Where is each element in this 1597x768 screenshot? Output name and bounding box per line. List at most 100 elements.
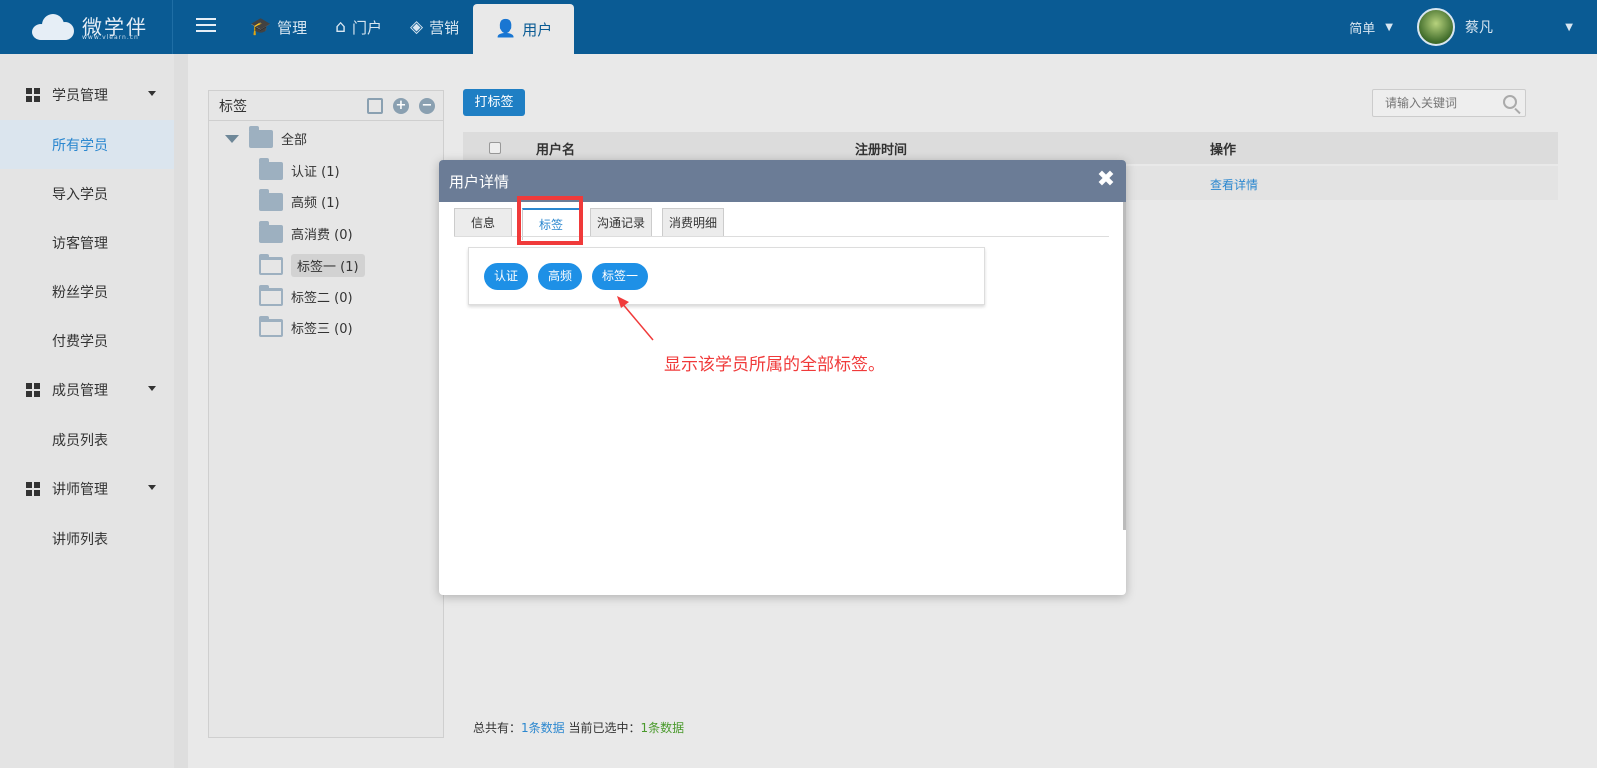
caret-down-icon[interactable] (225, 134, 239, 143)
sidebar-item-paid-students[interactable]: 付费学员 (0, 316, 174, 365)
apply-tag-button[interactable]: 打标签 (463, 89, 525, 116)
logo-subtitle: www.vlearn.cn (82, 34, 139, 41)
tree-node-label: 标签一 (1) (291, 254, 365, 277)
tag-pill[interactable]: 标签一 (592, 263, 649, 290)
tab-info[interactable]: 信息 (454, 208, 513, 236)
sidebar-item-all-students[interactable]: 所有学员 (0, 120, 174, 169)
sidebar-item-import-students[interactable]: 导入学员 (0, 169, 174, 218)
modal-scrollbar[interactable] (1123, 202, 1126, 530)
folder-icon (249, 125, 273, 148)
tag-panel-header: 标签 + − (209, 91, 443, 121)
folder-icon (259, 157, 283, 180)
tab-communication[interactable]: 沟通记录 (590, 208, 653, 236)
user-name: 蔡凡 (1465, 20, 1493, 36)
tree-node-label: 标签三 (0) (291, 322, 353, 337)
user-tags-box: 认证 高频 标签一 (468, 247, 985, 305)
footer-stats: 总共有：1条数据 当前已选中：1条数据 (473, 719, 684, 736)
total-count: 1条数据 (521, 721, 565, 735)
sidebar-group-label: 成员管理 (52, 383, 108, 399)
tab-consumption[interactable]: 消费明细 (662, 208, 725, 236)
building-icon (26, 88, 40, 102)
tree-node[interactable]: 认证 (1) (259, 157, 340, 180)
search-input[interactable] (1385, 96, 1495, 110)
annotation-arrow-icon (617, 296, 654, 341)
tree-node[interactable]: 标签二 (0) (259, 284, 353, 306)
tree-node-root[interactable]: 全部 (225, 125, 308, 148)
tag-tree-panel: 标签 + − 全部 认证 (1) 高频 (1) 高消费 (0) 标签一 (1) … (208, 90, 444, 738)
tree-node-label: 高频 (1) (291, 196, 340, 211)
mode-selector[interactable]: 简单 (1325, 18, 1385, 37)
top-bar: 微学伴 www.vlearn.cn 🎓 管理 ⌂ 门户 ◈ 营销 👤 用户 简单… (0, 0, 1597, 54)
nav-item-manage[interactable]: 🎓 管理 (236, 0, 321, 54)
close-icon[interactable]: ✖ (1096, 169, 1116, 191)
nav-label: 用户 (522, 20, 553, 39)
annotation-highlight-box (517, 196, 583, 245)
modal-tabs: 信息 标签 沟通记录 消费明细 (454, 208, 734, 240)
chevron-down-icon[interactable]: ▼ (1385, 22, 1393, 33)
cloud-logo-icon (28, 12, 76, 42)
select-all-checkbox[interactable] (489, 142, 501, 154)
menu-toggle-icon[interactable] (196, 18, 216, 34)
chevron-down-icon (148, 91, 156, 96)
tree-node-label: 高消费 (0) (291, 228, 353, 243)
sidebar-item-visitors[interactable]: 访客管理 (0, 218, 174, 267)
nav-item-marketing[interactable]: ◈ 营销 (396, 0, 473, 54)
folder-icon (259, 188, 283, 211)
total-label: 总共有： (473, 721, 522, 735)
search-box (1372, 89, 1526, 117)
divider (172, 0, 173, 54)
selected-label: 当前已选中： (564, 721, 641, 735)
tree-node-label: 标签二 (0) (291, 291, 353, 306)
selected-count: 1条数据 (640, 721, 685, 735)
chevron-down-icon (148, 485, 156, 490)
tree-node-label: 认证 (1) (291, 165, 340, 180)
folder-open-icon (259, 284, 283, 306)
logo[interactable]: 微学伴 www.vlearn.cn (28, 10, 168, 44)
sidebar-gutter (174, 54, 188, 768)
user-menu[interactable]: 蔡凡 ▼ (1405, 0, 1597, 54)
grid-icon (26, 383, 40, 397)
tree-node[interactable]: 高频 (1) (259, 188, 340, 211)
home-icon: ⌂ (335, 17, 346, 37)
nav-item-users[interactable]: 👤 用户 (473, 4, 575, 54)
sidebar-group-label: 学员管理 (52, 88, 108, 104)
tree-node[interactable]: 高消费 (0) (259, 220, 353, 243)
tag-pill[interactable]: 认证 (484, 263, 529, 290)
top-right-controls: 简单 ▼ 蔡凡 ▼ (1325, 0, 1597, 54)
marketing-icon: ◈ (410, 17, 424, 37)
tree-node-selected[interactable]: 标签一 (1) (259, 253, 365, 277)
tag-panel-title: 标签 (219, 98, 247, 115)
sidebar-item-fan-students[interactable]: 粉丝学员 (0, 267, 174, 316)
folder-open-icon (259, 253, 283, 275)
column-header-register-time: 注册时间 (855, 142, 908, 158)
nav-item-portal[interactable]: ⌂ 门户 (321, 0, 396, 54)
sidebar-group-label: 讲师管理 (52, 482, 108, 498)
remove-icon[interactable]: − (419, 98, 435, 114)
tag-panel-actions: + − (367, 98, 435, 114)
search-icon[interactable] (1503, 95, 1517, 109)
view-details-link[interactable]: 查看详情 (1210, 176, 1258, 193)
main-nav: 🎓 管理 ⌂ 门户 ◈ 营销 👤 用户 (236, 0, 575, 54)
nav-label: 管理 (277, 18, 308, 37)
sidebar-group-members[interactable]: 成员管理 (0, 365, 174, 415)
tree-node[interactable]: 标签三 (0) (259, 315, 353, 337)
sidebar-item-member-list[interactable]: 成员列表 (0, 415, 174, 464)
tag-pill[interactable]: 高频 (538, 263, 583, 290)
annotation-text: 显示该学员所属的全部标签。 (664, 355, 885, 375)
chevron-down-icon (148, 386, 156, 391)
sidebar-group-students[interactable]: 学员管理 (0, 70, 174, 120)
tree-node-label: 全部 (281, 133, 308, 148)
chevron-down-icon[interactable]: ▼ (1565, 22, 1573, 33)
folder-open-icon (259, 315, 283, 337)
nav-label: 门户 (351, 18, 382, 37)
column-header-username: 用户名 (536, 142, 576, 158)
add-icon[interactable]: + (393, 98, 409, 114)
sidebar-group-lecturers[interactable]: 讲师管理 (0, 464, 174, 514)
sidebar-item-lecturer-list[interactable]: 讲师列表 (0, 514, 174, 563)
edit-icon[interactable] (367, 98, 383, 114)
user-icon: 👤 (495, 19, 517, 39)
grid-icon (26, 482, 40, 496)
nav-label: 营销 (429, 18, 460, 37)
sidebar: 学员管理 所有学员 导入学员 访客管理 粉丝学员 付费学员 成员管理 成员列表 … (0, 54, 174, 768)
column-header-actions: 操作 (1210, 142, 1237, 158)
